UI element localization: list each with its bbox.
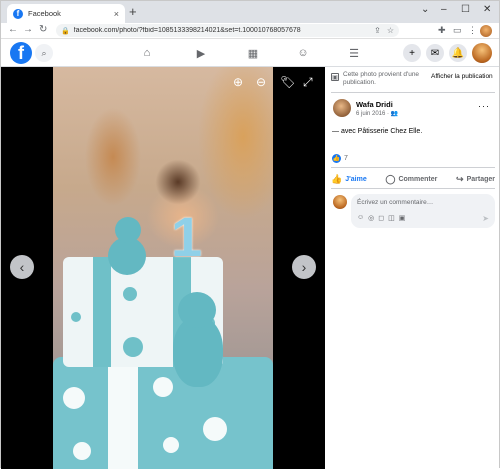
lock-icon: 🔒 — [61, 27, 70, 35]
source-notice: ▣ Cette photo provient d'une publication… — [331, 71, 495, 87]
comment-composer: Écrivez un commentaire… ☺ ◎ ◻ ◫ ▣ ➤ — [333, 194, 495, 228]
cake-bottom-tier — [53, 357, 273, 469]
post-author: Wafa Dridi 6 juin 2016 · 👥 — [333, 99, 398, 117]
comment-input[interactable]: Écrivez un commentaire… ☺ ◎ ◻ ◫ ▣ ➤ — [351, 194, 495, 228]
reaction-count[interactable]: 7 — [344, 155, 348, 162]
forward-button[interactable]: → — [23, 24, 33, 35]
divider — [331, 92, 495, 93]
gif-icon[interactable]: ◫ — [388, 214, 395, 222]
account-avatar[interactable] — [472, 43, 492, 63]
like-button[interactable]: 👍 J'aime — [331, 171, 367, 187]
url-text[interactable]: facebook.com/photo/?fbid=108513339821402… — [74, 27, 368, 34]
like-reaction-icon: 👍 — [332, 154, 341, 163]
zoom-out-icon[interactable]: ⊖ — [256, 75, 266, 89]
facebook-logo-icon[interactable]: f — [10, 42, 32, 64]
zoom-in-icon[interactable]: ⊕ — [233, 75, 243, 89]
close-window-button[interactable]: ✕ — [483, 4, 491, 15]
thumbs-up-icon: 👍 — [331, 173, 343, 184]
birthday-cake-photo: 1 — [53, 67, 273, 469]
search-icon[interactable]: ⌕ — [35, 44, 53, 62]
photo-viewer: 1 ⊕ ⊖ 🏷 ⤢ ‹ › — [1, 67, 325, 469]
share-button[interactable]: ↪ Partager — [456, 171, 495, 187]
home-icon[interactable]: ⌂ — [140, 46, 154, 60]
new-tab-button[interactable]: + — [129, 5, 137, 19]
divider — [331, 188, 495, 189]
author-avatar[interactable] — [333, 99, 351, 117]
notifications-icon[interactable]: 🔔 — [449, 44, 467, 62]
number-one-candle: 1 — [171, 205, 203, 268]
tab-close-icon[interactable]: × — [114, 9, 119, 19]
view-post-link[interactable]: Afficher la publication — [431, 73, 493, 87]
marketplace-icon[interactable]: ▦ — [246, 46, 260, 60]
bookmark-star-icon[interactable]: ☆ — [387, 26, 394, 35]
browser-menu-icon[interactable]: ⋮ — [468, 25, 477, 36]
create-button[interactable]: + — [403, 44, 421, 62]
more-options-icon[interactable]: ··· — [478, 101, 490, 111]
minimize-button[interactable]: – — [441, 4, 447, 15]
back-button[interactable]: ← — [8, 24, 18, 35]
source-notice-text: Cette photo provient d'une publication. — [343, 71, 420, 86]
send-icon[interactable]: ➤ — [482, 214, 489, 223]
post-date[interactable]: 6 juin 2016 · 👥 — [356, 110, 398, 117]
facebook-favicon-icon: f — [13, 8, 23, 19]
extensions-icon[interactable]: ✚ — [438, 25, 446, 36]
comment-bubble-icon: ◯ — [385, 173, 396, 184]
post-caption: — avec Pâtisserie Chez Elle. — [332, 128, 423, 135]
reload-button[interactable]: ↻ — [39, 24, 47, 35]
watch-icon[interactable]: ▶ — [194, 46, 208, 60]
tab-strip: f Facebook × + ⌄ – ☐ ✕ — [1, 1, 499, 23]
facebook-header: f ⌕ ⌂ ▶ ▦ ☺ ☰ + ✉ 🔔 — [1, 39, 499, 67]
fullscreen-icon[interactable]: ⤢ — [303, 75, 313, 90]
groups-icon[interactable]: ☺ — [296, 46, 310, 60]
side-panel-icon[interactable]: ▭ — [453, 25, 462, 36]
reactions-summary[interactable]: 👍 7 — [332, 154, 348, 163]
comment-button[interactable]: ◯ Commenter — [385, 171, 437, 187]
tag-icon[interactable]: 🏷 — [280, 75, 295, 89]
browser-window: f Facebook × + ⌄ – ☐ ✕ ← → ↻ 🔒 facebook.… — [0, 0, 500, 469]
divider — [331, 167, 495, 168]
commenter-avatar[interactable] — [333, 195, 347, 209]
messenger-icon[interactable]: ✉ — [426, 44, 444, 62]
maximize-button[interactable]: ☐ — [461, 4, 470, 15]
tab-title: Facebook — [28, 9, 61, 18]
url-bar[interactable]: 🔒 facebook.com/photo/?fbid=1085133398214… — [56, 24, 399, 37]
emoji-icon[interactable]: ☺ — [357, 214, 364, 222]
sticker-icon[interactable]: ▣ — [399, 214, 406, 222]
post-actions: 👍 J'aime ◯ Commenter ↪ Partager — [331, 171, 495, 187]
avatar-sticker-icon[interactable]: ◎ — [368, 214, 374, 222]
author-name[interactable]: Wafa Dridi — [356, 100, 398, 109]
menu-icon[interactable]: ☰ — [347, 46, 361, 60]
previous-photo-button[interactable]: ‹ — [10, 255, 34, 279]
share-arrow-icon: ↪ — [456, 173, 464, 184]
tab-search-icon[interactable]: ⌄ — [421, 4, 429, 15]
share-icon[interactable]: ⇪ — [374, 26, 381, 35]
comment-tools: ☺ ◎ ◻ ◫ ▣ — [357, 214, 409, 222]
next-photo-button[interactable]: › — [292, 255, 316, 279]
camera-icon[interactable]: ◻ — [378, 214, 384, 222]
browser-profile-avatar[interactable] — [480, 25, 492, 37]
comment-placeholder[interactable]: Écrivez un commentaire… — [357, 199, 433, 206]
post-source-icon: ▣ — [331, 73, 339, 81]
address-bar-row: ← → ↻ 🔒 facebook.com/photo/?fbid=1085133… — [1, 23, 499, 39]
photo-details-panel: ▣ Cette photo provient d'une publication… — [325, 67, 499, 469]
browser-tab-facebook[interactable]: f Facebook × — [7, 4, 125, 23]
